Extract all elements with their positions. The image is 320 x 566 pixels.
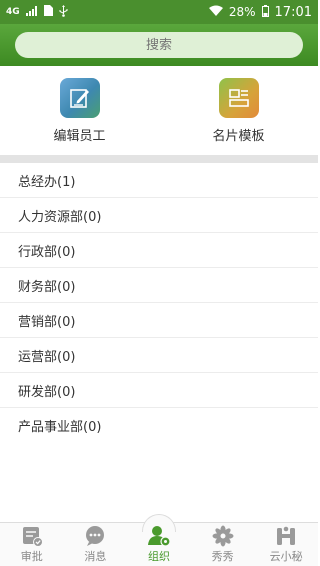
flower-icon (212, 525, 234, 547)
shortcut-label: 编辑员工 (53, 129, 106, 144)
shortcut-row: 编辑员工 名片模板 (0, 66, 318, 154)
shortcut-label: 名片模板 (212, 129, 265, 144)
assistant-icon (277, 526, 296, 545)
department-item[interactable]: 营销部(0) (0, 303, 318, 338)
tab-label: 秀秀 (211, 550, 234, 563)
department-item[interactable]: 行政部(0) (0, 233, 318, 268)
tab-approval[interactable]: 审批 (0, 523, 64, 566)
status-bar: 4G 28% 17:01 (0, 0, 318, 24)
clock: 17:01 (274, 4, 312, 20)
card-template-icon (218, 78, 259, 118)
tab-assistant[interactable]: 云小秘 (254, 523, 318, 566)
department-item[interactable]: 研发部(0) (0, 373, 318, 408)
status-bar-right: 28% 17:01 (208, 4, 312, 20)
usb-icon (59, 4, 68, 20)
network-indicator: 4G (6, 7, 20, 17)
message-icon (86, 526, 105, 546)
search-input[interactable] (15, 32, 303, 58)
section-divider (0, 155, 318, 163)
tab-label: 审批 (20, 550, 43, 563)
tab-organization[interactable]: 组织 (127, 514, 191, 566)
department-item[interactable]: 总经办(1) (0, 163, 318, 198)
search-bar (0, 24, 318, 66)
tab-showcase[interactable]: 秀秀 (191, 523, 255, 566)
department-item[interactable]: 运营部(0) (0, 338, 318, 373)
status-bar-left: 4G (6, 4, 68, 20)
organization-icon (147, 526, 171, 547)
sim-card-icon (43, 5, 53, 19)
department-item[interactable]: 财务部(0) (0, 268, 318, 303)
battery-icon (261, 4, 269, 20)
tab-label: 组织 (147, 550, 170, 563)
tab-label: 云小秘 (269, 550, 303, 563)
bottom-tab-bar: 审批 消息 组织 秀秀 云小秘 (0, 514, 318, 566)
department-list: 总经办(1) 人力资源部(0) 行政部(0) 财务部(0) 营销部(0) 运营部… (0, 163, 318, 443)
approval-icon (22, 527, 43, 547)
department-item[interactable]: 人力资源部(0) (0, 198, 318, 233)
edit-employee-shortcut[interactable]: 编辑员工 (0, 66, 159, 154)
department-item[interactable]: 产品事业部(0) (0, 408, 318, 443)
signal-icon (25, 5, 38, 19)
wifi-icon (208, 5, 223, 19)
edit-icon (59, 78, 100, 118)
tab-messages[interactable]: 消息 (64, 523, 128, 566)
tab-label: 消息 (84, 550, 107, 563)
card-template-shortcut[interactable]: 名片模板 (159, 66, 318, 154)
battery-percent: 28% (228, 5, 256, 19)
